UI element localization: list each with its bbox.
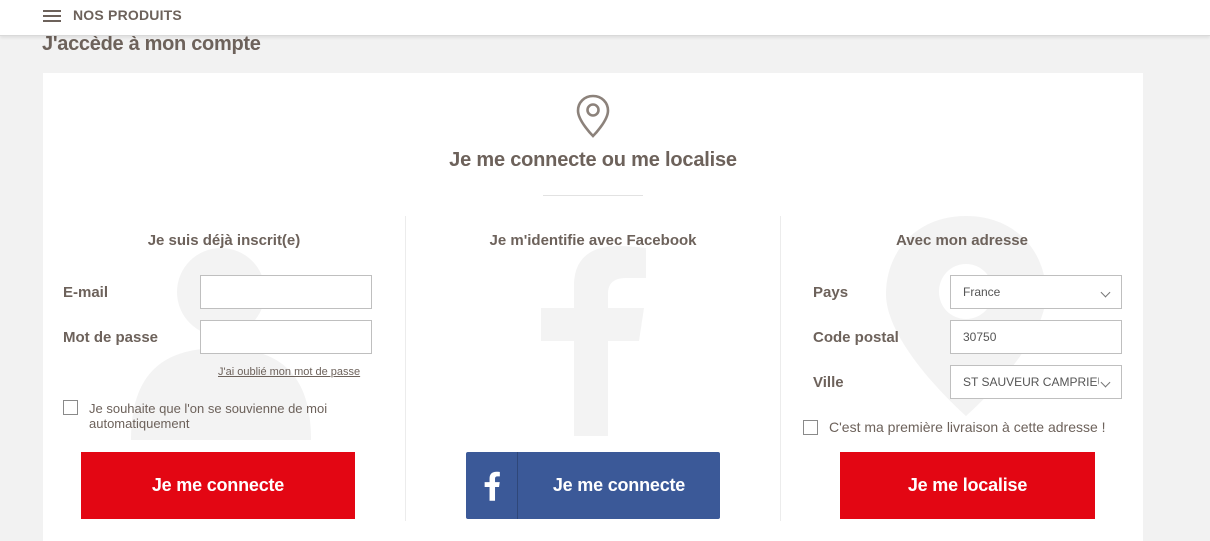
chevron-down-icon <box>1100 287 1111 298</box>
city-select[interactable]: ST SAUVEUR CAMPRIEU <box>950 365 1122 399</box>
address-section: Avec mon adresse Pays France Code postal… <box>781 216 1143 536</box>
city-value: ST SAUVEUR CAMPRIEU <box>963 375 1099 389</box>
facebook-login-label: Je me connecte <box>552 475 686 495</box>
country-value: France <box>963 285 1001 299</box>
address-section-title: Avec mon adresse <box>895 232 1028 249</box>
city-label: Ville <box>813 374 844 391</box>
first-delivery-label: C'est ma première livraison à cette adre… <box>829 419 1106 435</box>
first-delivery-checkbox[interactable] <box>803 420 818 435</box>
facebook-section-title: Je m'identifie avec Facebook <box>489 232 697 249</box>
localize-button[interactable]: Je me localise <box>840 452 1095 519</box>
country-select[interactable]: France <box>950 275 1122 309</box>
postal-code-field[interactable] <box>950 320 1122 354</box>
card-title: Je me connecte ou me localise <box>449 149 737 171</box>
login-section-title: Je suis déjà inscrit(e) <box>147 232 301 249</box>
forgot-password-link[interactable]: J'ai oublié mon mot de passe <box>218 366 360 378</box>
top-navigation-bar: NOS PRODUITS <box>0 0 1210 36</box>
remember-me-label: Je souhaite que l'on se souvienne de moi… <box>89 401 327 431</box>
facebook-background-icon <box>541 246 646 436</box>
hamburger-icon[interactable] <box>43 8 63 22</box>
login-button[interactable]: Je me connecte <box>81 452 355 519</box>
email-field[interactable] <box>200 275 372 309</box>
login-section: Je suis déjà inscrit(e) E-mail Mot de pa… <box>43 216 405 536</box>
postal-code-label: Code postal <box>813 329 899 346</box>
facebook-section: Je m'identifie avec Facebook Je me conne… <box>406 216 780 536</box>
title-divider <box>543 195 643 196</box>
chevron-down-icon <box>1100 377 1111 388</box>
remember-me-line-1: Je souhaite que l'on se souvienne de moi <box>89 401 328 416</box>
nav-products-link[interactable]: NOS PRODUITS <box>73 7 182 23</box>
location-pin-icon <box>576 94 610 138</box>
remember-me-checkbox[interactable] <box>63 400 78 415</box>
facebook-icon <box>484 452 518 519</box>
country-label: Pays <box>813 284 849 301</box>
password-field[interactable] <box>200 320 372 354</box>
remember-me-line-2: automatiquement <box>89 416 190 431</box>
facebook-login-button[interactable]: Je me connecte <box>466 452 720 519</box>
login-card: Je me connecte ou me localise Je suis dé… <box>43 73 1143 541</box>
email-label: E-mail <box>63 284 109 301</box>
page-title: J'accède à mon compte <box>42 33 261 55</box>
password-label: Mot de passe <box>63 329 159 346</box>
